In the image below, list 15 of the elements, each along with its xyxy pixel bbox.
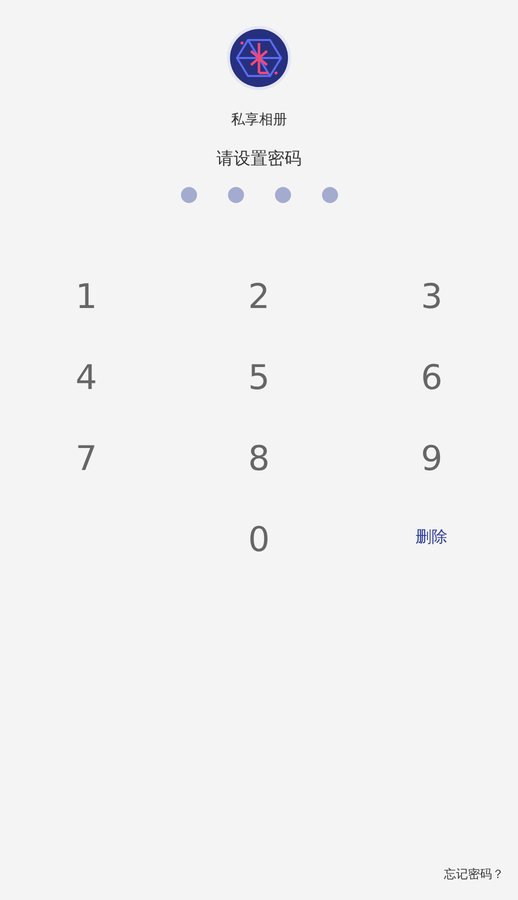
digit-key[interactable]: 8 [232, 442, 286, 476]
password-prompt: 请设置密码 [216, 148, 302, 171]
digit-key[interactable]: 0 [232, 523, 286, 557]
forgot-password-link[interactable]: 忘记密码？ [444, 865, 504, 883]
digit-key[interactable]: 1 [60, 280, 114, 314]
digit-key[interactable]: 5 [232, 361, 286, 395]
delete-button[interactable]: 删除 [416, 525, 448, 549]
app-logo-icon [230, 29, 288, 87]
digit-key[interactable]: 6 [404, 361, 458, 395]
app-name: 私享相册 [231, 111, 287, 130]
digit-key[interactable]: 7 [60, 442, 114, 476]
digit-key[interactable]: 2 [232, 280, 286, 314]
digit-key[interactable]: 9 [404, 442, 458, 476]
digit-key[interactable]: 4 [60, 361, 114, 395]
digit-key[interactable]: 3 [404, 280, 458, 314]
